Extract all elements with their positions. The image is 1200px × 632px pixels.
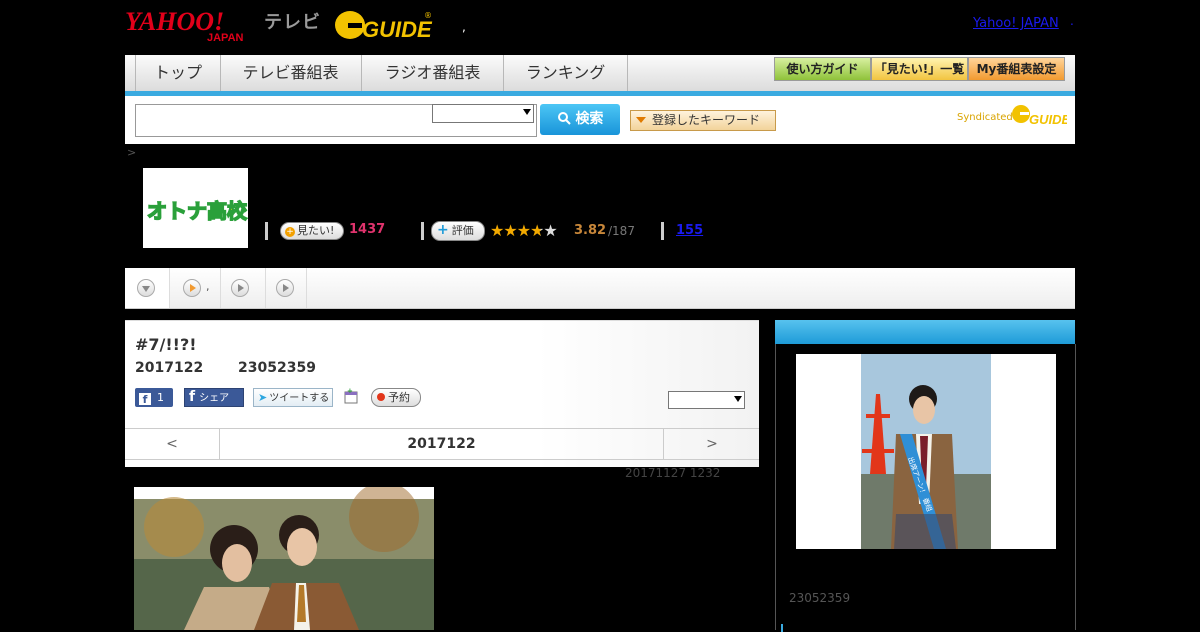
header-dot: , xyxy=(462,20,466,34)
svg-text:®: ® xyxy=(424,11,432,20)
tv-label: テレビ xyxy=(264,12,321,33)
svg-text:GUIDE: GUIDE xyxy=(1029,112,1067,127)
facebook-share-label: シェア xyxy=(199,393,230,404)
nav-tab-top[interactable]: トップ xyxy=(135,55,221,91)
plus-icon: + xyxy=(437,222,449,238)
program-subtabs: , xyxy=(125,268,1075,309)
cast-photo-image: 出席アーン！ 番組 xyxy=(796,354,1056,549)
header-link-dot: . xyxy=(1070,14,1074,28)
search-area: 検索 登録したキーワード Syndicated GUIDE xyxy=(125,96,1075,144)
tweet-label: ツイートする xyxy=(269,393,330,404)
separator xyxy=(661,222,664,240)
yahoo-japan-link[interactable]: Yahoo! JAPAN xyxy=(973,16,1059,31)
star-empty-icon: ★ xyxy=(543,221,557,240)
nav-tab-ranking[interactable]: ランキング xyxy=(504,55,628,91)
play-circle-icon xyxy=(231,279,249,297)
play-circle-icon xyxy=(276,279,294,297)
want-list-button[interactable]: 「見たい!」一覧 xyxy=(871,57,968,81)
yahoo-japan-logo[interactable]: YAHOO! JAPAN xyxy=(125,6,261,42)
star-icon: ★ xyxy=(516,221,531,240)
subtab-4[interactable] xyxy=(266,268,307,308)
saved-keyword-label: 登録したキーワード xyxy=(652,113,761,127)
program-logo-text: オトナ高校 xyxy=(147,199,248,223)
svg-text:GUIDE: GUIDE xyxy=(362,17,433,42)
subtab-1[interactable] xyxy=(125,268,170,308)
sidebar-header xyxy=(775,320,1075,344)
star-icon: ★ xyxy=(490,221,504,240)
review-count-link[interactable]: 155 xyxy=(676,223,703,238)
pager-current-date: 2017122 xyxy=(407,436,476,452)
updated-timestamp: 20171127 1232 xyxy=(625,466,721,480)
episode-pager: < 2017122 > xyxy=(125,428,759,460)
gguide-small-logo: GUIDE xyxy=(1012,105,1067,127)
facebook-like-button[interactable]: f1 xyxy=(135,388,173,407)
rating-value: 3.82 xyxy=(574,223,607,238)
episode-select[interactable] xyxy=(668,391,745,409)
episode-title: #7/!!?! xyxy=(135,335,197,354)
calendar-add-icon[interactable]: + xyxy=(343,388,359,404)
pager-prev-button[interactable]: < xyxy=(125,429,220,459)
usage-guide-button[interactable]: 使い方ガイド xyxy=(774,57,871,81)
search-button[interactable]: 検索 xyxy=(540,104,620,135)
subtab-dot: , xyxy=(206,280,210,293)
chevron-down-icon xyxy=(734,396,742,402)
search-category-select[interactable] xyxy=(432,104,534,123)
twitter-bird-icon: ➤ xyxy=(258,391,268,404)
svg-text:JAPAN: JAPAN xyxy=(207,32,244,42)
plus-icon: + xyxy=(285,227,295,237)
nav-tab-tv-schedule[interactable]: テレビ番組表 xyxy=(220,55,362,91)
cast-photo[interactable]: 出席アーン！ 番組 xyxy=(796,354,1056,549)
want-count: 1437 xyxy=(349,222,386,237)
my-schedule-settings-button[interactable]: My番組表設定 xyxy=(968,57,1065,81)
program-logo-image: オトナ高校 xyxy=(146,198,248,224)
search-icon xyxy=(557,112,571,125)
want-to-see-button[interactable]: + 見たい! xyxy=(280,222,344,240)
facebook-share-button[interactable]: f シェア xyxy=(184,388,244,407)
sidebar-cast-box: 出席アーン！ 番組 23052359 xyxy=(775,344,1076,632)
facebook-icon: f xyxy=(139,393,151,406)
facebook-like-count: 1 xyxy=(157,391,164,404)
saved-keyword-button[interactable]: 登録したキーワード xyxy=(630,110,776,131)
pager-next-button[interactable]: > xyxy=(663,429,760,459)
episode-photo-image xyxy=(134,487,434,630)
tweet-button[interactable]: ➤ ツイートする xyxy=(253,388,333,407)
reserve-button[interactable]: 予約 xyxy=(371,388,421,407)
episode-code: 23052359 xyxy=(238,360,316,376)
main-nav: トップ テレビ番組表 ラジオ番組表 ランキング 使い方ガイド 「見たい!」一覧 … xyxy=(125,55,1075,96)
subtab-3[interactable] xyxy=(221,268,266,308)
star-icon: ★ xyxy=(503,221,517,240)
chevron-down-icon xyxy=(523,109,531,115)
dropdown-circle-icon xyxy=(137,279,155,297)
episode-panel: #7/!!?! 2017122 23052359 f1 f シェア ➤ ツイートする… xyxy=(125,320,759,467)
rating-count: /187 xyxy=(608,224,635,238)
nav-tab-radio-schedule[interactable]: ラジオ番組表 xyxy=(362,55,504,91)
subtab-2[interactable]: , xyxy=(170,268,221,308)
program-thumbnail[interactable]: オトナ高校 xyxy=(143,168,248,248)
want-label: 見たい! xyxy=(297,224,335,237)
triangle-down-icon xyxy=(636,117,646,123)
rate-label: 評価 xyxy=(451,224,474,237)
sidebar-marker xyxy=(781,624,783,632)
episode-date: 2017122 xyxy=(135,360,204,376)
cast-code: 23052359 xyxy=(789,591,851,605)
star-partial-icon: ★ xyxy=(530,221,544,240)
separator xyxy=(265,222,268,240)
search-button-label: 検索 xyxy=(575,111,604,127)
syndicated-label: Syndicated xyxy=(957,112,1013,123)
rating-stars: ★★★★★ xyxy=(490,221,558,240)
breadcrumb-arrow: > xyxy=(127,146,137,159)
separator xyxy=(421,222,424,240)
episode-photo xyxy=(134,487,434,630)
rate-button[interactable]: + 評価 xyxy=(431,221,485,241)
svg-text:+: + xyxy=(347,388,353,395)
facebook-icon: f xyxy=(189,389,196,405)
reserve-label: 予約 xyxy=(388,391,410,404)
gguide-logo[interactable]: GUIDE ® xyxy=(334,8,434,42)
play-circle-icon xyxy=(183,279,201,297)
record-dot-icon xyxy=(377,393,385,401)
